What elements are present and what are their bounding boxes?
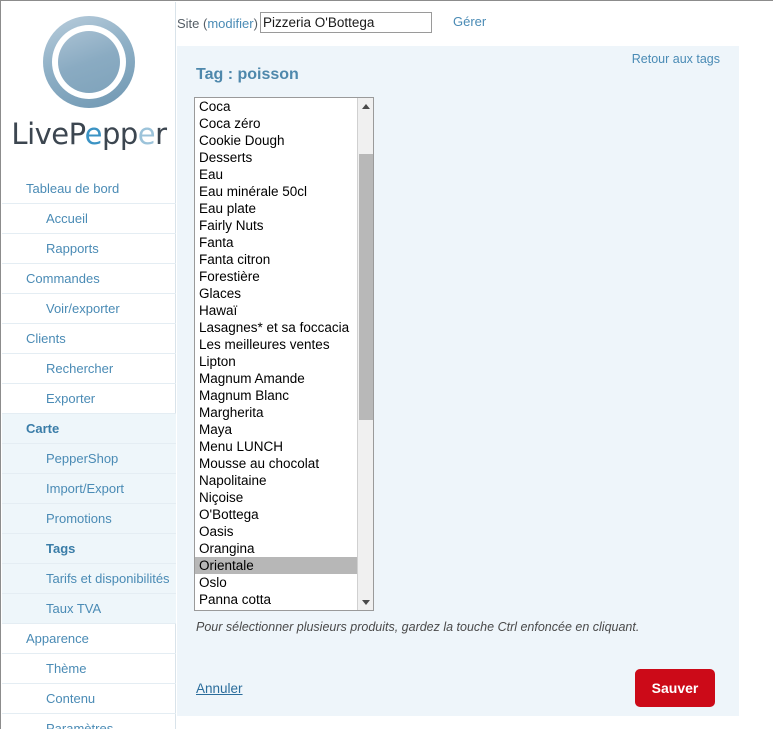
- list-item[interactable]: Napolitaine: [195, 472, 358, 489]
- product-listbox[interactable]: Coca Coca zéro Cookie Dough Desserts Eau Eau …: [194, 97, 374, 611]
- sidebar-item-taux-tva[interactable]: Taux TVA: [2, 594, 176, 624]
- site-label: Site (modifier) :: [177, 16, 265, 31]
- list-item[interactable]: Oslo: [195, 574, 358, 591]
- sidebar-group: Carte PepperShop Import/Export Promotions Ta…: [2, 414, 176, 624]
- sidebar-item-tarifs-et-disponibilit-s[interactable]: Tarifs et disponibilités: [2, 564, 176, 594]
- site-input[interactable]: [260, 12, 432, 33]
- scrollbar-thumb[interactable]: [359, 154, 373, 420]
- list-item[interactable]: Fanta citron: [195, 251, 358, 268]
- list-item[interactable]: Desserts: [195, 149, 358, 166]
- sidebar-item-clients[interactable]: Clients: [2, 324, 176, 354]
- list-item[interactable]: Orangina: [195, 540, 358, 557]
- sidebar-nav: Tableau de bord Accueil Rapports Commandes V…: [2, 174, 176, 729]
- list-item[interactable]: Margherita: [195, 404, 358, 421]
- product-list-options[interactable]: Coca Coca zéro Cookie Dough Desserts Eau Eau …: [195, 98, 358, 610]
- list-item[interactable]: Eau: [195, 166, 358, 183]
- brand-text-2: P: [68, 117, 85, 151]
- sidebar-item-tags[interactable]: Tags: [2, 534, 176, 564]
- site-modify-link[interactable]: modifier: [207, 16, 253, 31]
- listbox-scrollbar[interactable]: [357, 98, 373, 610]
- sidebar-item-rapports[interactable]: Rapports: [2, 234, 176, 264]
- brand-text-3: pp: [101, 117, 138, 151]
- scroll-down-icon[interactable]: [358, 594, 373, 610]
- list-item[interactable]: Glaces: [195, 285, 358, 302]
- list-item[interactable]: Hawaï: [195, 302, 358, 319]
- brand-wordmark: LivePepper: [2, 117, 176, 151]
- list-item[interactable]: Fairly Nuts: [195, 217, 358, 234]
- list-item[interactable]: Maya: [195, 421, 358, 438]
- list-item[interactable]: Coca zéro: [195, 115, 358, 132]
- list-item[interactable]: Fanta: [195, 234, 358, 251]
- livepepper-circle-icon: [43, 16, 135, 108]
- list-item[interactable]: O'Bottega: [195, 506, 358, 523]
- list-item[interactable]: Orientale: [195, 557, 358, 574]
- sidebar-group: Commandes Voir/exporter: [2, 264, 176, 324]
- sidebar-item-voir-exporter[interactable]: Voir/exporter: [2, 294, 176, 324]
- list-item[interactable]: Eau plate: [195, 200, 358, 217]
- list-item[interactable]: Niçoise: [195, 489, 358, 506]
- list-item[interactable]: Lasagnes* et sa foccacia: [195, 319, 358, 336]
- topbar: Site (modifier) : Gérer: [177, 1, 773, 46]
- site-label-prefix: Site (: [177, 16, 208, 31]
- list-item[interactable]: Panna cotta: [195, 591, 358, 608]
- list-item[interactable]: Menu LUNCH: [195, 438, 358, 455]
- page-title: Tag : poisson: [196, 66, 299, 83]
- sidebar-group: ApparenceThèmeContenuParamètresImages: [2, 624, 176, 729]
- cancel-link[interactable]: Annuler: [196, 681, 243, 696]
- tag-edit-panel: Retour aux tags Tag : poisson Coca Coca z…: [177, 46, 739, 716]
- sidebar-item-carte[interactable]: Carte: [2, 414, 176, 444]
- list-item[interactable]: Eau minérale 50cl: [195, 183, 358, 200]
- sidebar-item-peppershop[interactable]: PepperShop: [2, 444, 176, 474]
- sidebar-item-commandes[interactable]: Commandes: [2, 264, 176, 294]
- list-item[interactable]: Coca: [195, 98, 358, 115]
- back-to-tags-link[interactable]: Retour aux tags: [632, 52, 720, 66]
- list-item[interactable]: Oasis: [195, 523, 358, 540]
- multi-select-hint: Pour sélectionner plusieurs produits, ga…: [196, 620, 640, 634]
- logo-core: [58, 31, 120, 93]
- brand-logo: LivePepper: [2, 16, 176, 151]
- list-item[interactable]: Magnum Blanc: [195, 387, 358, 404]
- scroll-up-icon[interactable]: [358, 98, 373, 114]
- save-button[interactable]: Sauver: [635, 669, 715, 707]
- sidebar-item-th-me[interactable]: Thème: [2, 654, 176, 684]
- list-item[interactable]: Magnum Amande: [195, 370, 358, 387]
- brand-dot-1: e: [84, 117, 103, 151]
- sidebar-item-promotions[interactable]: Promotions: [2, 504, 176, 534]
- sidebar-item-param-tres[interactable]: Paramètres: [2, 714, 176, 729]
- logo-ring: [52, 25, 126, 99]
- sidebar-item-contenu[interactable]: Contenu: [2, 684, 176, 714]
- sidebar: LivePepper Tableau de bord Accueil Rapport…: [2, 2, 176, 729]
- brand-text-1: Live: [11, 117, 69, 151]
- list-item[interactable]: Mousse au chocolat: [195, 455, 358, 472]
- sidebar-item-accueil[interactable]: Accueil: [2, 204, 176, 234]
- list-item[interactable]: Lipton: [195, 353, 358, 370]
- brand-text-4: r: [155, 117, 167, 151]
- sidebar-item-apparence[interactable]: Apparence: [2, 624, 176, 654]
- list-item[interactable]: Les meilleures ventes: [195, 336, 358, 353]
- sidebar-item-import-export[interactable]: Import/Export: [2, 474, 176, 504]
- sidebar-group: Tableau de bord Accueil Rapports: [2, 174, 176, 264]
- brand-dot-2: e: [137, 117, 156, 151]
- list-item[interactable]: Cookie Dough: [195, 132, 358, 149]
- manage-link[interactable]: Gérer: [453, 14, 486, 29]
- page-root: LivePepper Tableau de bord Accueil Rapport…: [0, 0, 773, 729]
- sidebar-group: Clients Rechercher Exporter: [2, 324, 176, 414]
- sidebar-item-exporter[interactable]: Exporter: [2, 384, 176, 414]
- list-item[interactable]: Forestière: [195, 268, 358, 285]
- sidebar-item-tableau-de-bord[interactable]: Tableau de bord: [2, 174, 176, 204]
- sidebar-item-rechercher[interactable]: Rechercher: [2, 354, 176, 384]
